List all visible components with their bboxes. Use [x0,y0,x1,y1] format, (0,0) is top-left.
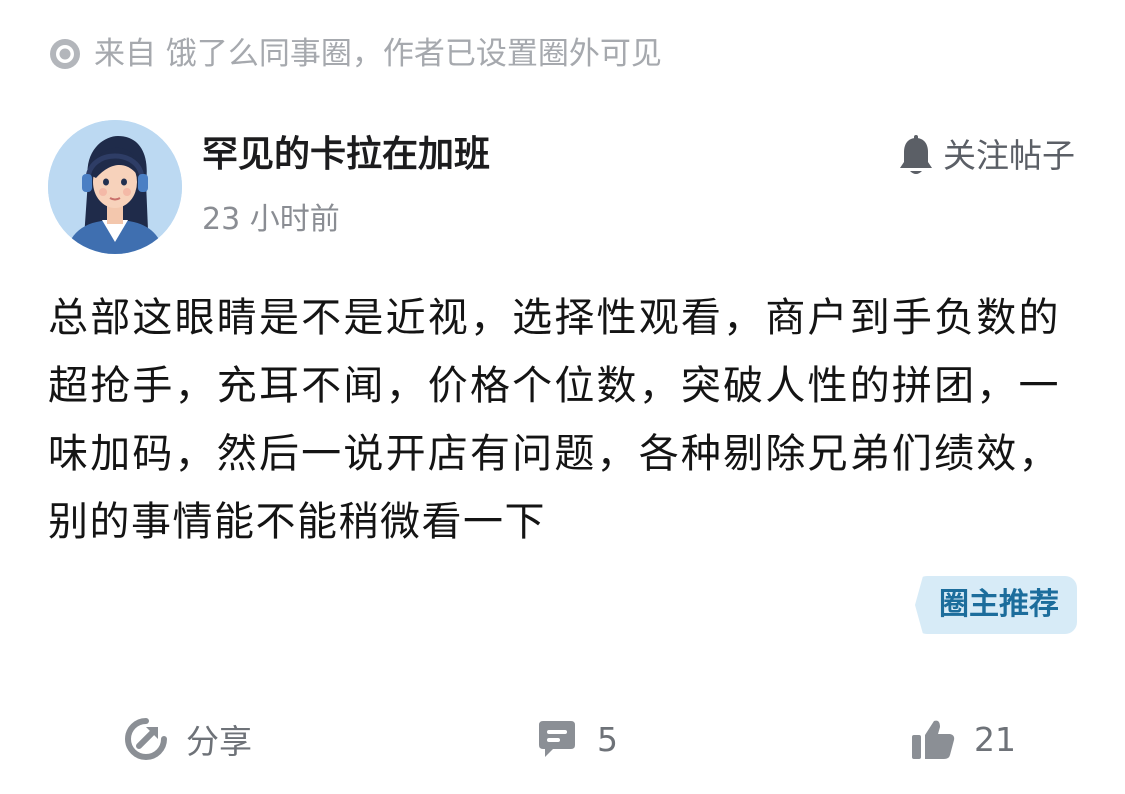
source-row[interactable]: 来自 饿了么同事圈，作者已设置圈外可见 [48,34,662,74]
comment-icon [539,721,575,757]
comment-button[interactable]: 5 [535,704,618,774]
action-bar: 分享 5 21 [0,704,1125,774]
bell-icon [900,135,932,174]
circle-dot-icon [50,39,80,69]
post-time: 23 小时前 [202,202,340,237]
like-count: 21 [974,719,1016,759]
post-card: 来自 饿了么同事圈，作者已设置圈外可见 罕见的卡拉在加班 23 小时前 关注帖子… [0,0,1125,794]
follow-post-button[interactable]: 关注帖子 [897,134,1075,178]
share-icon [125,718,167,760]
avatar-woman-headset [48,120,182,254]
like-button[interactable]: 21 [910,704,1016,774]
author-name[interactable]: 罕见的卡拉在加班 [202,132,490,178]
recommend-tag[interactable]: 圈主推荐 [915,576,1077,634]
comment-count: 5 [597,719,618,759]
source-text: 来自 饿了么同事圈，作者已设置圈外可见 [94,36,662,72]
follow-label: 关注帖子 [943,136,1075,175]
avatar[interactable] [48,120,182,254]
thumbs-up-icon [912,720,955,759]
post-content: 总部这眼睛是不是近视，选择性观看，商户到手负数的超抢手，充耳不闻，价格个位数，突… [48,295,1060,545]
share-label: 分享 [186,722,252,761]
share-button[interactable]: 分享 [124,704,252,774]
